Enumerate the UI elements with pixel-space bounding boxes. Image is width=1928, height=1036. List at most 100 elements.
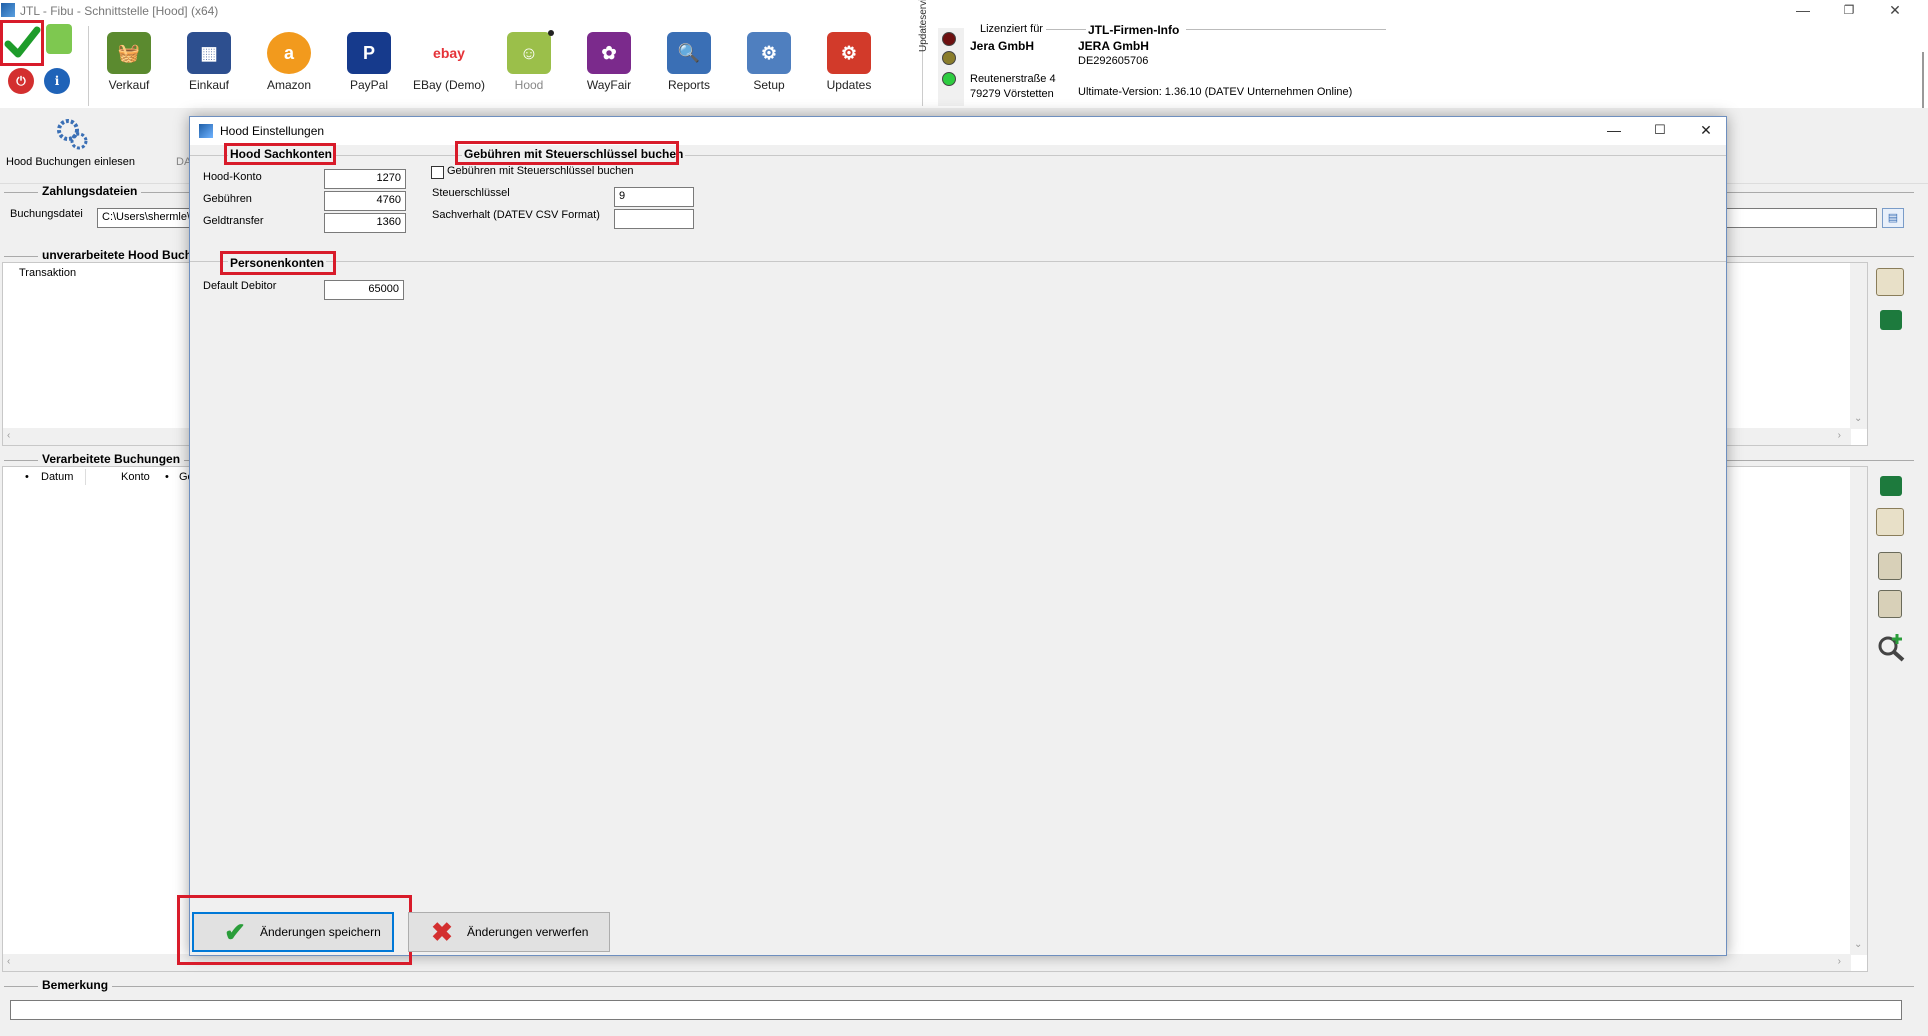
vertical-scrollbar[interactable]: ⌄	[1850, 263, 1867, 429]
datum-column: Datum	[41, 471, 74, 483]
maximize-button[interactable]: ❐	[1826, 0, 1872, 22]
paypal-icon: P	[347, 32, 391, 74]
window-title: JTL - Fibu - Schnittstelle [Hood] (x64)	[20, 4, 219, 18]
discard-changes-button[interactable]: ✖ Änderungen verwerfen	[408, 912, 610, 952]
import-icon[interactable]	[1878, 552, 1902, 580]
ebay-icon: ebay	[433, 45, 465, 61]
status-light-yellow	[942, 51, 956, 65]
ribbon-button-verkauf[interactable]: 🧺 Verkauf	[90, 26, 168, 104]
license-street: Reutenerstraße 4	[970, 73, 1056, 85]
app-icon	[1, 3, 15, 17]
default-debitor-label: Default Debitor	[203, 280, 277, 292]
dialog-title: Hood Einstellungen	[220, 124, 325, 138]
ribbon-button-setup[interactable]: ⚙ Setup	[730, 26, 808, 104]
cross-icon: ✖	[431, 917, 453, 947]
ribbon-button-label: WayFair	[586, 78, 632, 92]
ribbon-button-label: PayPal	[349, 78, 389, 92]
ribbon-button-reports[interactable]: 🔍 Reports	[650, 26, 728, 104]
processed-header: Verarbeitete Buchungen	[38, 452, 185, 466]
konto-column: Konto	[121, 471, 150, 483]
ribbon-button-label: Hood	[514, 78, 544, 92]
export-icon[interactable]	[1878, 590, 1902, 618]
status-light-green	[942, 72, 956, 86]
save-changes-button[interactable]: ✔ Änderungen speichern	[192, 912, 394, 952]
ribbon-button-einkauf[interactable]: ▦ Einkauf	[170, 26, 248, 104]
csv-export-icon[interactable]	[1876, 508, 1904, 536]
zoom-add-icon[interactable]	[1876, 632, 1906, 662]
ribbon-button-amazon[interactable]: a Amazon	[250, 26, 328, 104]
ribbon-button-ebay-demo[interactable]: ebay EBay (Demo)	[410, 26, 488, 104]
gebuehren-input[interactable]: 4760	[324, 191, 406, 211]
ribbon-button-label: Reports	[667, 78, 711, 92]
ribbon-button-label: Amazon	[266, 78, 312, 92]
ribbon-button-label: Updates	[826, 78, 872, 92]
ribbon-button-label: EBay (Demo)	[412, 78, 486, 92]
power-icon[interactable]: ⏻	[8, 68, 34, 94]
gears-icon	[56, 118, 88, 150]
sachverhalt-label: Sachverhalt (DATEV CSV Format)	[432, 209, 600, 221]
dialog-titlebar: Hood Einstellungen — ☐ ✕	[190, 117, 1726, 145]
basket-icon: 🧺	[107, 32, 151, 74]
read-bookings-button[interactable]: Hood Buchungen einlesen	[6, 156, 156, 168]
bemerkung-input[interactable]	[10, 1000, 1902, 1020]
minimize-button[interactable]: —	[1780, 0, 1826, 22]
ribbon-button-updates[interactable]: ⚙ Updates	[810, 26, 888, 104]
firm-company: JERA GmbH	[1078, 39, 1149, 53]
personenkonten-highlight	[220, 251, 336, 275]
steuerschluessel-input[interactable]: 9	[614, 187, 694, 207]
updates-icon: ⚙	[827, 32, 871, 74]
blocks-icon: ▦	[187, 32, 231, 74]
gebuehren-label: Gebühren	[203, 193, 252, 205]
setup-icon: ⚙	[747, 32, 791, 74]
license-header: Lizenziert für	[980, 23, 1043, 35]
geldtransfer-label: Geldtransfer	[203, 215, 264, 227]
discard-changes-label: Änderungen verwerfen	[467, 925, 589, 939]
zahlungsdateien-header: Zahlungsdateien	[38, 184, 142, 198]
buchungsdatei-label: Buchungsdatei	[10, 208, 83, 220]
hood-icon: ☺	[507, 32, 551, 74]
save-changes-label: Änderungen speichern	[260, 925, 381, 939]
notification-dot	[548, 30, 554, 36]
hood-konto-label: Hood-Konto	[203, 171, 262, 183]
dialog-maximize-button[interactable]: ☐	[1638, 117, 1682, 145]
excel-export-icon[interactable]	[1880, 476, 1902, 496]
gebuehren-checkbox-label: Gebühren mit Steuerschlüssel buchen	[447, 165, 634, 177]
dialog-close-button[interactable]: ✕	[1684, 117, 1728, 145]
hood-settings-dialog: Hood Einstellungen — ☐ ✕ Hood Sachkonten…	[177, 116, 1727, 965]
ribbon-button-hood[interactable]: ☺ Hood	[490, 26, 568, 104]
status-light-red	[942, 32, 956, 46]
recycle-icon[interactable]	[46, 24, 72, 54]
dialog-minimize-button[interactable]: —	[1592, 117, 1636, 145]
sachverhalt-input[interactable]	[614, 209, 694, 229]
ribbon-button-paypal[interactable]: P PayPal	[330, 26, 408, 104]
hood-konto-input[interactable]: 1270	[324, 169, 406, 189]
license-company: Jera GmbH	[970, 39, 1035, 53]
firm-vat-id: DE292605706	[1078, 55, 1149, 67]
updateservice-label: Updateservice	[918, 0, 929, 52]
transaktion-column: Transaktion	[19, 267, 77, 279]
close-button[interactable]: ✕	[1872, 0, 1918, 22]
info-icon[interactable]: i	[44, 68, 70, 94]
csv-export-icon[interactable]	[1876, 268, 1904, 296]
ribbon-button-label: Verkauf	[108, 78, 150, 92]
firm-info-header: JTL-Firmen-Info	[1088, 23, 1180, 37]
ribbon: ⏻ i 🧺 Verkauf ▦ Einkauf a Amazon P PayPal ebay EB…	[0, 0, 1928, 108]
dialog-app-icon	[199, 124, 213, 138]
ribbon-button-label: Einkauf	[188, 78, 230, 92]
bemerkung-header: Bemerkung	[38, 978, 113, 992]
gebuehren-checkbox[interactable]	[431, 166, 444, 179]
amazon-icon: a	[267, 32, 311, 74]
sachkonten-highlight	[224, 143, 336, 165]
checkmark-icon: ✔	[224, 917, 246, 947]
col-bullet: •	[165, 471, 169, 483]
browse-file-button[interactable]: ▤	[1882, 208, 1904, 228]
vertical-scrollbar[interactable]: ⌄	[1850, 467, 1867, 955]
default-debitor-input[interactable]: 65000	[324, 280, 404, 300]
apply-highlight	[0, 20, 44, 66]
ribbon-button-label: Setup	[753, 78, 785, 92]
license-city: 79279 Vörstetten	[970, 88, 1054, 100]
excel-export-icon[interactable]	[1880, 310, 1902, 330]
geldtransfer-input[interactable]: 1360	[324, 213, 406, 233]
wayfair-icon: ✿	[587, 32, 631, 74]
ribbon-button-wayfair[interactable]: ✿ WayFair	[570, 26, 648, 104]
